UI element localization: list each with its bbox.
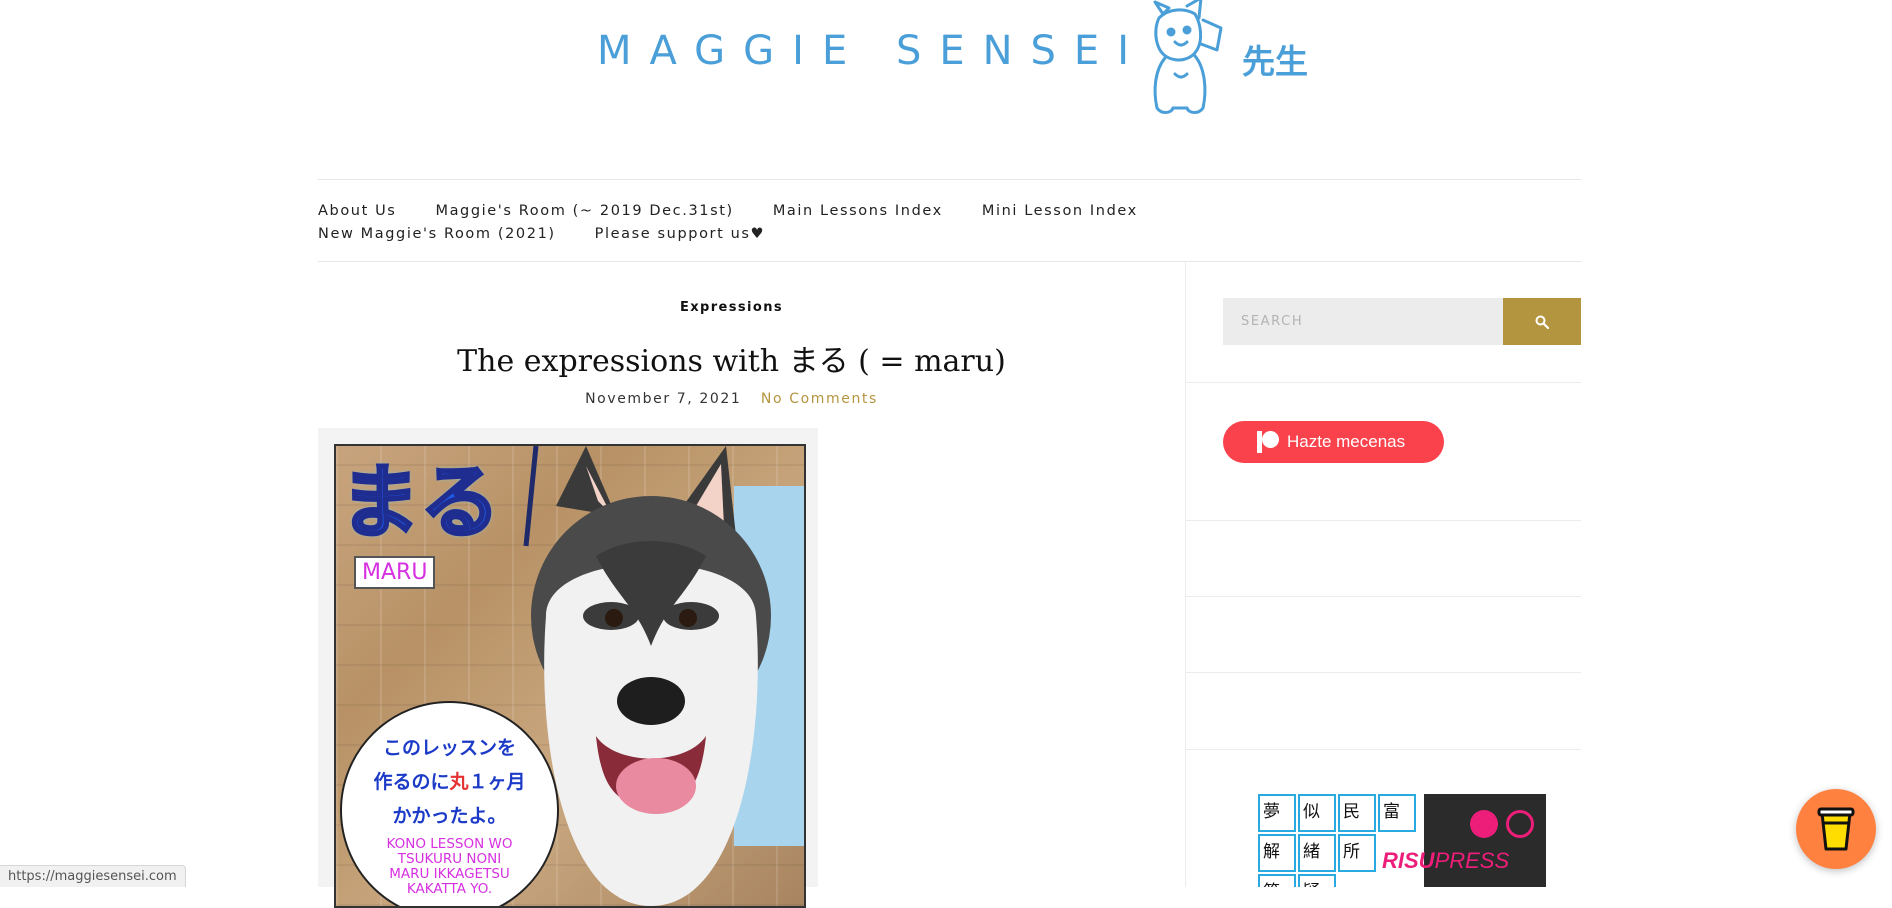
nav-bottom-divider (318, 261, 1581, 262)
sidebar-divider (1185, 262, 1186, 887)
buy-me-a-coffee-button[interactable] (1796, 789, 1876, 869)
post-title[interactable]: The expressions with まる ( = maru) (318, 336, 1145, 380)
logo-kanji[interactable]: 先生 (1242, 35, 1308, 83)
speech-bubble: このレッスンを 作るのに丸１ヶ月 かかったよ。 KONO LESSON WO T… (340, 701, 559, 906)
romaji-line-4: KAKATTA YO. (406, 881, 493, 897)
search-input[interactable] (1223, 298, 1503, 345)
search-button[interactable] (1503, 298, 1581, 345)
browser-status-bar: https://maggiesensei.com (0, 865, 186, 887)
sidebar-divider-2 (1186, 520, 1581, 521)
romaji-line-3: MARU IKKAGETSU (389, 866, 510, 882)
speech-bubble-romaji: KONO LESSON WO TSUKURU NONI MARU IKKAGET… (342, 837, 557, 897)
coffee-cup-icon (1817, 807, 1855, 851)
search-icon (1535, 315, 1549, 329)
risu-pot-outline-icon (1506, 810, 1534, 838)
risu-cell: 民 (1338, 794, 1376, 832)
nav-item-maggies-room[interactable]: Maggie's Room (~ 2019 Dec.31st) (435, 203, 733, 219)
patreon-icon (1257, 431, 1279, 453)
nav-item-about-us[interactable]: About Us (318, 203, 396, 219)
risu-brand-light: PRESS (1434, 848, 1510, 873)
patreon-label: Hazte mecenas (1287, 432, 1406, 451)
risu-cell: 緒 (1298, 834, 1336, 872)
image-big-kana: まる (339, 455, 502, 551)
post-date: November 7, 2021 (585, 391, 742, 407)
post-category[interactable]: Expressions (318, 300, 1145, 315)
sidebar-divider-4 (1186, 672, 1581, 673)
sidebar-divider-3 (1186, 596, 1581, 597)
risu-cell: 疑 (1298, 874, 1336, 887)
nav-item-mini-lesson-index[interactable]: Mini Lesson Index (982, 203, 1138, 219)
romaji-line-2: TSUKURU NONI (397, 851, 502, 867)
bubble-line-2-b: １ヶ月 (468, 771, 526, 793)
post-meta: November 7, 2021 No Comments (318, 390, 1145, 407)
risupress-banner[interactable]: 夢 似 民 富 解 緒 所 第 疑 RISUPRESS (1258, 794, 1546, 887)
risu-cell: 第 (1258, 874, 1296, 887)
risu-cell: 所 (1338, 834, 1376, 872)
image-maru-tag: MARU (354, 556, 436, 589)
featured-image-frame: まる MARU このレッスンを 作るのに丸１ヶ月 かかったよ。 KONO LES… (318, 428, 818, 908)
speech-bubble-japanese: このレッスンを 作るのに丸１ヶ月 かかったよ。 (342, 731, 557, 833)
bubble-line-2-a: 作るのに (373, 771, 450, 793)
risu-cell: 富 (1378, 794, 1416, 832)
risu-cell: 解 (1258, 834, 1296, 872)
bubble-line-3: かかったよ。 (392, 805, 507, 827)
nav-item-new-maggies-room[interactable]: New Maggie's Room (2021) (318, 226, 556, 242)
nav-top-divider (318, 179, 1581, 180)
post-comments-link[interactable]: No Comments (761, 391, 878, 407)
featured-image[interactable]: まる MARU このレッスンを 作るのに丸１ヶ月 かかったよ。 KONO LES… (334, 444, 806, 908)
bubble-line-1: このレッスンを (382, 737, 516, 759)
nav-item-main-lessons-index[interactable]: Main Lessons Index (773, 203, 943, 219)
sidebar-search (1223, 298, 1581, 345)
risu-cell: 似 (1298, 794, 1336, 832)
risupress-logo-text: RISUPRESS (1382, 848, 1509, 874)
bubble-line-2-red: 丸 (449, 771, 469, 793)
main-nav: About Us Maggie's Room (~ 2019 Dec.31st)… (318, 199, 1318, 245)
nav-item-please-support-us[interactable]: Please support us♥ (595, 226, 766, 242)
bubble-line-2: 作るのに丸１ヶ月 (342, 765, 557, 799)
risu-brand-bold: RISU (1382, 848, 1435, 873)
patreon-button[interactable]: Hazte mecenas (1223, 421, 1444, 463)
sidebar-divider-1 (1186, 382, 1581, 383)
risu-cell: 夢 (1258, 794, 1296, 832)
romaji-line-1: KONO LESSON WO (386, 836, 513, 852)
risu-pot-icon (1470, 810, 1498, 838)
site-title[interactable]: MAGGIE SENSEI (597, 28, 1147, 74)
sidebar-divider-5 (1186, 749, 1581, 750)
